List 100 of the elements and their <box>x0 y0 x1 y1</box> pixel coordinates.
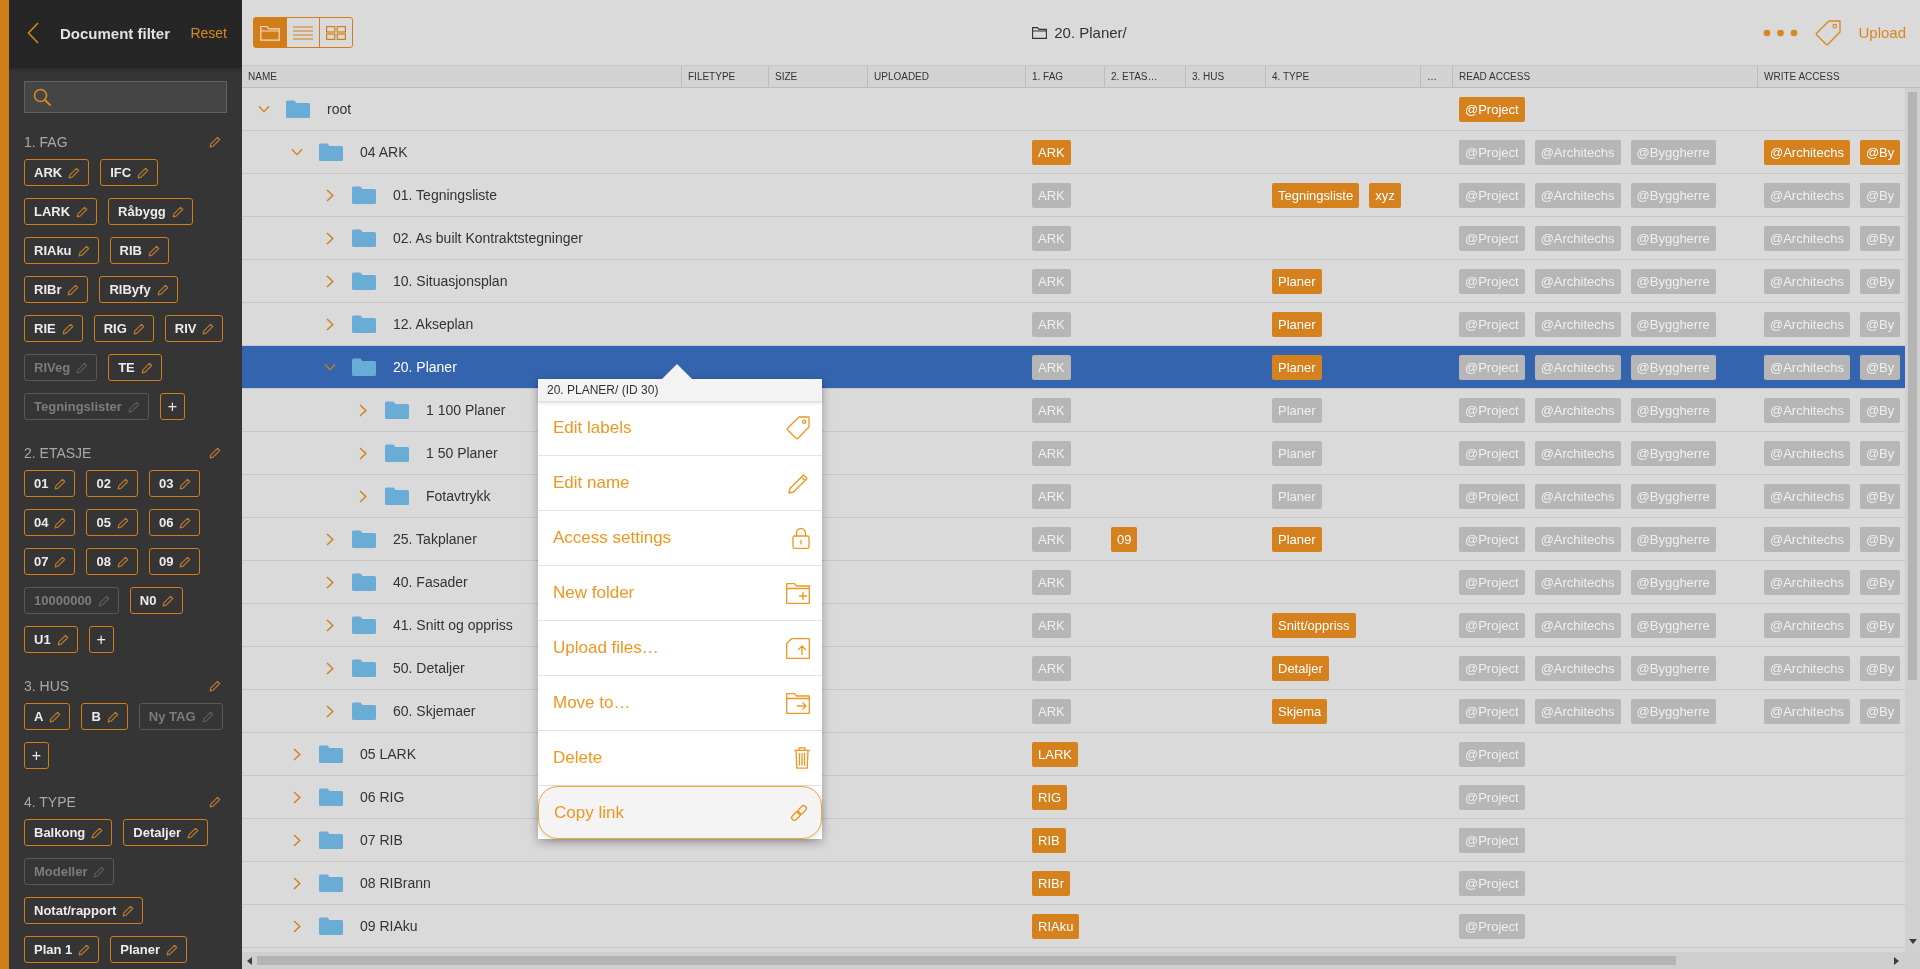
chevron-right-icon[interactable] <box>326 317 334 331</box>
column-header[interactable]: UPLOADED <box>867 66 1025 87</box>
current-path: 20. Planer/ <box>1054 24 1127 41</box>
add-button[interactable]: + <box>88 626 114 653</box>
filter-tag[interactable]: RIE <box>24 315 83 342</box>
column-header[interactable]: 1. FAG <box>1025 66 1104 87</box>
scrollbar-thumb[interactable] <box>1908 92 1917 680</box>
chevron-right-icon[interactable] <box>326 618 334 632</box>
chevron-right-icon[interactable] <box>293 833 301 847</box>
chevron-down-icon[interactable] <box>291 148 303 156</box>
chevron-right-icon[interactable] <box>326 704 334 718</box>
filter-tag[interactable]: RIByfy <box>99 276 178 303</box>
label-tag: @By <box>1859 655 1901 681</box>
filter-tag[interactable]: RIG <box>93 315 154 342</box>
folder-icon <box>352 272 376 290</box>
column-header[interactable]: READ ACCESS <box>1452 66 1757 87</box>
folder-icon <box>352 315 376 333</box>
search-icon <box>33 88 51 106</box>
label-tag: ARK <box>1032 612 1071 638</box>
filter-tag[interactable]: U1 <box>24 626 78 653</box>
chevron-right-icon[interactable] <box>359 403 367 417</box>
filter-tag[interactable]: RIAku <box>24 237 99 264</box>
chevron-right-icon[interactable] <box>326 575 334 589</box>
column-header[interactable]: 3. HUS <box>1185 66 1265 87</box>
chevron-down-icon[interactable] <box>324 363 336 371</box>
folder-icon <box>286 100 310 118</box>
tag-icon[interactable] <box>1815 19 1842 46</box>
chevron-right-icon[interactable] <box>359 446 367 460</box>
filter-tag[interactable]: RIBr <box>24 276 89 303</box>
chevron-right-icon[interactable] <box>326 274 334 288</box>
filter-tag[interactable]: 02 <box>86 470 138 497</box>
chevron-right-icon[interactable] <box>326 532 334 546</box>
filter-tag[interactable]: Notat/rapport <box>24 897 144 924</box>
column-header[interactable]: WRITE ACCESS <box>1757 66 1920 87</box>
pencil-icon[interactable] <box>209 680 221 692</box>
filter-tag[interactable]: TE <box>108 354 162 381</box>
label-tag: @Architechs <box>1534 139 1621 165</box>
filter-tag[interactable]: Detaljer <box>123 819 208 846</box>
search-field[interactable] <box>24 81 227 113</box>
view-toggle-button[interactable] <box>319 17 353 48</box>
filter-tag[interactable]: Balkong <box>24 819 113 846</box>
reset-button[interactable]: Reset <box>190 25 227 41</box>
label-tag: @By <box>1859 526 1901 552</box>
label-tag: @Project <box>1459 354 1525 380</box>
filter-tag[interactable]: A <box>24 703 71 730</box>
vertical-scrollbar[interactable] <box>1905 88 1920 952</box>
filter-tag[interactable]: LARK <box>24 198 98 225</box>
pencil-icon[interactable] <box>209 136 221 148</box>
chevron-right-icon[interactable] <box>326 661 334 675</box>
label-tag: @Project <box>1459 612 1525 638</box>
chevron-right-icon[interactable] <box>326 188 334 202</box>
filter-tag[interactable]: 03 <box>148 470 201 497</box>
filter-tag[interactable]: Planer <box>110 936 188 963</box>
filter-tag[interactable]: N0 <box>129 587 184 614</box>
folder-icon <box>352 573 376 591</box>
pencil-icon <box>137 166 150 179</box>
filter-tag[interactable]: RIV <box>164 315 224 342</box>
label-tag: @Project <box>1459 784 1525 810</box>
scrollbar-thumb[interactable] <box>257 956 1676 965</box>
column-header[interactable]: FILETYPE <box>681 66 768 87</box>
filter-tag[interactable]: 01 <box>24 470 76 497</box>
view-toggle-button[interactable] <box>253 17 287 48</box>
chevron-right-icon[interactable] <box>293 790 301 804</box>
filter-tag[interactable]: 09 <box>148 548 201 575</box>
arrow-right-icon[interactable] <box>1894 956 1899 965</box>
filter-tag[interactable]: B <box>81 703 128 730</box>
filter-tag[interactable]: RIB <box>109 237 169 264</box>
filter-tag[interactable]: Råbygg <box>108 198 193 225</box>
horizontal-scrollbar[interactable] <box>242 952 1920 969</box>
back-icon[interactable] <box>27 22 39 44</box>
chevron-right-icon[interactable] <box>293 919 301 933</box>
more-icon[interactable] <box>1763 28 1799 37</box>
column-header[interactable]: 2. ETAS… <box>1104 66 1185 87</box>
pencil-icon[interactable] <box>209 447 221 459</box>
arrow-down-icon[interactable] <box>1908 939 1917 944</box>
chevron-right-icon[interactable] <box>359 489 367 503</box>
chevron-right-icon[interactable] <box>326 231 334 245</box>
filter-tag[interactable]: 04 <box>24 509 76 536</box>
folder-name: 12. Akseplan <box>393 316 474 332</box>
filter-tag[interactable]: IFC <box>100 159 159 186</box>
filter-tag[interactable]: 05 <box>86 509 138 536</box>
chevron-right-icon[interactable] <box>293 876 301 890</box>
filter-tag[interactable]: Plan 1 <box>24 936 100 963</box>
add-button[interactable]: + <box>159 393 185 420</box>
add-button[interactable]: + <box>24 742 49 769</box>
filter-tag[interactable]: 07 <box>24 548 76 575</box>
label-tag: @Architechs <box>1534 612 1621 638</box>
chevron-right-icon[interactable] <box>293 747 301 761</box>
column-header[interactable]: 4. TYPE <box>1265 66 1420 87</box>
filter-tag[interactable]: 06 <box>148 509 201 536</box>
chevron-down-icon[interactable] <box>258 105 270 113</box>
column-header[interactable]: … <box>1420 66 1452 87</box>
pencil-icon[interactable] <box>209 796 221 808</box>
filter-tag[interactable]: 08 <box>86 548 138 575</box>
label-tag: ARK <box>1032 655 1071 681</box>
view-toggle-button[interactable] <box>286 17 320 48</box>
column-header[interactable]: NAME <box>242 66 681 87</box>
column-header[interactable]: SIZE <box>768 66 867 87</box>
filter-tag[interactable]: ARK <box>24 159 90 186</box>
arrow-left-icon[interactable] <box>247 956 252 965</box>
